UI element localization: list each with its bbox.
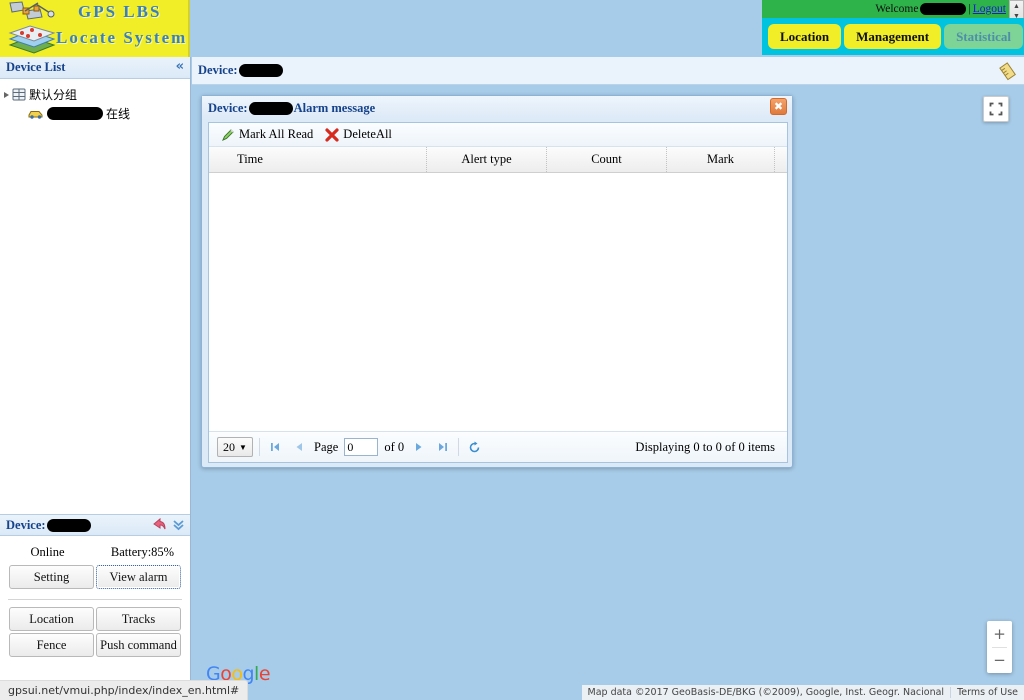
column-header-count[interactable]: Count bbox=[547, 147, 667, 172]
device-detail-name-redacted bbox=[46, 518, 91, 532]
main-nav: Location Management Statistical bbox=[762, 18, 1024, 55]
page-size-value: 20 bbox=[223, 439, 236, 454]
device-list-title: Device List bbox=[6, 60, 66, 74]
status-url: gpsui.net/vmui.php/index/index_en.html# bbox=[8, 684, 240, 697]
close-icon[interactable]: ✖ bbox=[770, 98, 787, 115]
pager-divider bbox=[259, 438, 260, 456]
page-of-label: of 0 bbox=[384, 439, 405, 454]
tab-management[interactable]: Management bbox=[844, 24, 942, 49]
zoom-in-button[interactable]: + bbox=[987, 621, 1012, 647]
delete-all-label: DeleteAll bbox=[343, 127, 392, 141]
map-attribution: Map data ©2017 GeoBasis-DE/BKG (©2009), … bbox=[581, 685, 1024, 700]
column-header-time[interactable]: Time bbox=[209, 147, 427, 172]
ruler-measure-icon[interactable] bbox=[998, 61, 1018, 81]
alarm-message-window: Device: Alarm message ✖ Mark All Read De… bbox=[201, 95, 793, 468]
welcome-label: Welcome bbox=[875, 3, 919, 15]
device-action-grid: Location Tracks Fence Push command bbox=[0, 606, 190, 662]
map-zoom-control: + − bbox=[987, 621, 1012, 673]
tab-statistical[interactable]: Statistical bbox=[944, 24, 1023, 49]
content-breadcrumb-bar: Device: bbox=[192, 57, 1024, 85]
device-action-row-top: Setting View alarm bbox=[0, 564, 190, 596]
map-attribution-text: Map data ©2017 GeoBasis-DE/BKG (©2009), … bbox=[587, 687, 945, 698]
collapse-left-icon[interactable]: « bbox=[176, 60, 184, 73]
device-detail-panel: Device: Online Battery:85% Setting View … bbox=[0, 514, 190, 662]
page-number-input[interactable] bbox=[344, 438, 379, 456]
alarm-grid: Mark All Read DeleteAll Time Alert type … bbox=[208, 122, 788, 463]
column-header-alert-type[interactable]: Alert type bbox=[427, 147, 547, 172]
device-list-header: Device List « bbox=[0, 57, 190, 79]
red-x-icon bbox=[325, 127, 339, 142]
chevron-double-down-icon[interactable] bbox=[172, 518, 185, 531]
next-page-icon[interactable] bbox=[410, 438, 428, 456]
push-command-button[interactable]: Push command bbox=[96, 633, 181, 657]
logo-line-2: Locate System bbox=[56, 28, 188, 47]
tree-node-device[interactable]: 在线 bbox=[4, 104, 186, 123]
alarm-grid-body bbox=[209, 173, 787, 424]
tree-node-device-status: 在线 bbox=[106, 107, 131, 121]
username-redacted bbox=[920, 3, 967, 15]
left-sidebar: Device List « 默认分组 在线 Device: Online Bat… bbox=[0, 57, 191, 700]
column-header-filler bbox=[775, 147, 787, 172]
alarm-title-redacted bbox=[248, 101, 293, 115]
car-icon bbox=[28, 111, 43, 119]
browser-status-bar: gpsui.net/vmui.php/index/index_en.html# bbox=[0, 680, 249, 700]
map-layers-icon bbox=[8, 25, 56, 54]
device-status-row: Online Battery:85% bbox=[0, 540, 190, 564]
alarm-pager: 20 ▼ Page of 0 bbox=[209, 431, 787, 462]
device-action-row-2: Fence Push command bbox=[8, 632, 182, 658]
setting-button[interactable]: Setting bbox=[9, 565, 94, 589]
google-logo-e: e bbox=[258, 663, 271, 685]
mark-all-read-button[interactable]: Mark All Read bbox=[217, 127, 317, 142]
back-arrow-icon[interactable] bbox=[152, 517, 167, 531]
tab-location[interactable]: Location bbox=[768, 24, 842, 49]
location-button[interactable]: Location bbox=[9, 607, 94, 631]
delete-all-button[interactable]: DeleteAll bbox=[321, 127, 396, 142]
pencil-icon bbox=[222, 128, 234, 141]
chevron-down-icon: ▼ bbox=[239, 442, 247, 452]
tree-node-group-label: 默认分组 bbox=[29, 88, 78, 102]
device-detail-header: Device: bbox=[0, 514, 190, 536]
alarm-grid-toolbar: Mark All Read DeleteAll bbox=[209, 123, 787, 147]
terms-of-use-link[interactable]: Terms of Use bbox=[951, 687, 1024, 698]
last-page-icon[interactable] bbox=[434, 438, 452, 456]
device-action-row-1: Location Tracks bbox=[8, 606, 182, 632]
device-tree: 默认分组 在线 bbox=[0, 79, 190, 129]
welcome-separator: | bbox=[968, 3, 971, 15]
view-alarm-button[interactable]: View alarm bbox=[96, 565, 181, 589]
device-name-redacted bbox=[47, 107, 103, 120]
prev-page-icon[interactable] bbox=[290, 438, 308, 456]
group-icon bbox=[12, 88, 26, 101]
app-logo: GPS LBS Locate System bbox=[0, 0, 190, 57]
column-header-mark[interactable]: Mark bbox=[667, 147, 775, 172]
alarm-title-suffix: Alarm message bbox=[293, 100, 376, 115]
breadcrumb-redacted bbox=[238, 64, 283, 77]
device-battery: Battery:85% bbox=[110, 544, 175, 559]
first-page-icon[interactable] bbox=[266, 438, 284, 456]
page-size-select[interactable]: 20 ▼ bbox=[217, 437, 253, 457]
tree-node-group[interactable]: 默认分组 bbox=[4, 85, 186, 104]
logo-line-1: GPS LBS bbox=[78, 2, 162, 21]
page-label: Page bbox=[314, 439, 339, 454]
zoom-out-button[interactable]: − bbox=[987, 648, 1012, 674]
alarm-grid-header: Time Alert type Count Mark bbox=[209, 147, 787, 173]
fence-button[interactable]: Fence bbox=[9, 633, 94, 657]
tracks-button[interactable]: Tracks bbox=[96, 607, 181, 631]
welcome-bar: Welcome | Logout bbox=[762, 0, 1024, 18]
divider bbox=[8, 599, 182, 600]
refresh-icon[interactable] bbox=[465, 438, 483, 456]
device-online-status: Online bbox=[30, 544, 65, 559]
fullscreen-icon[interactable] bbox=[983, 96, 1009, 122]
logout-link[interactable]: Logout bbox=[973, 3, 1006, 15]
device-detail-body: Online Battery:85% Setting View alarm Lo… bbox=[0, 536, 190, 662]
alarm-title-prefix: Device: bbox=[208, 100, 248, 115]
device-detail-title: Device: bbox=[6, 517, 46, 532]
mark-all-read-label: Mark All Read bbox=[239, 127, 314, 141]
spinner-up-icon[interactable]: ▲ bbox=[1013, 2, 1020, 10]
breadcrumb-label: Device: bbox=[198, 63, 238, 77]
alarm-window-header: Device: Alarm message ✖ bbox=[202, 96, 792, 120]
expander-icon[interactable] bbox=[4, 91, 9, 98]
pager-display-text: Displaying 0 to 0 of 0 items bbox=[635, 439, 775, 454]
pager-divider-2 bbox=[458, 438, 460, 456]
application-root: GPS LBS Locate System Welcome | Logout ▲… bbox=[0, 0, 1024, 700]
